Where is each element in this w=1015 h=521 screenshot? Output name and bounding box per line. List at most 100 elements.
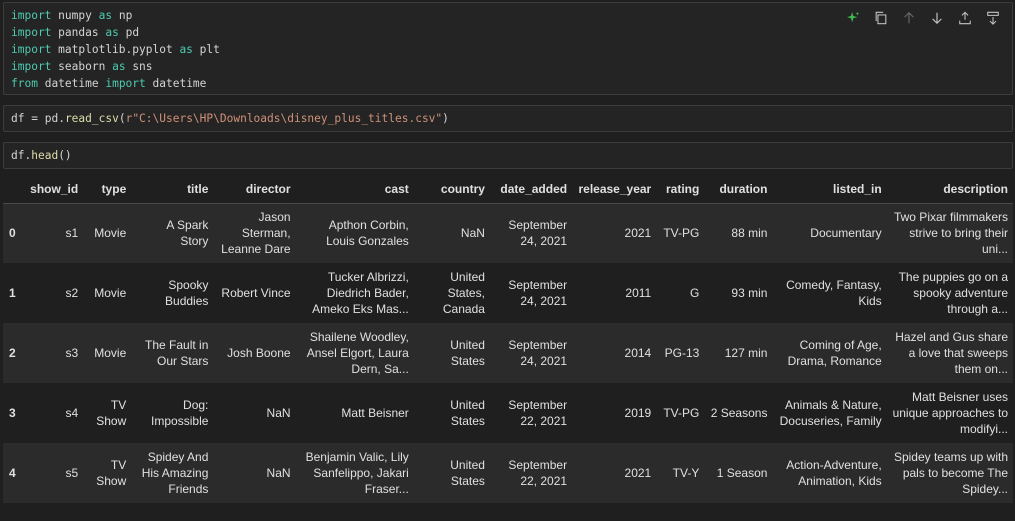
table-cell-type: TV Show xyxy=(83,383,132,443)
code-cell-head[interactable]: df.head() xyxy=(3,142,1013,169)
table-cell-country: United States, Canada xyxy=(413,263,490,323)
table-row: 0 s1 Movie A Spark Story Jason Sterman, Lean… xyxy=(3,203,1013,263)
row-index: 3 xyxy=(3,383,26,443)
table-cell-description: Spidey teams up with pals to become The … xyxy=(886,443,1013,503)
table-cell-show-id: s4 xyxy=(25,383,84,443)
table-cell-listed-in: Animals & Nature, Docuseries, Family xyxy=(772,383,887,443)
table-cell-director: NaN xyxy=(213,443,296,503)
table-row: 1 s2 Movie Spooky Buddies Robert Vince Tucker… xyxy=(3,263,1013,323)
table-cell-release-year: 2014 xyxy=(572,323,657,383)
dataframe-output: show_id type title director cast country date_… xyxy=(3,176,1013,503)
table-cell-director: NaN xyxy=(213,383,296,443)
table-cell-country: United States xyxy=(413,443,490,503)
table-cell-cast: Shailene Woodley, Ansel Elgort, Laura De… xyxy=(295,323,414,383)
table-cell-date-added: September 22, 2021 xyxy=(489,383,573,443)
column-header: listed_in xyxy=(772,176,887,204)
table-cell-cast: Apthon Corbin, Louis Gonzales xyxy=(295,203,414,263)
table-cell-show-id: s2 xyxy=(25,263,84,323)
insert-below-icon[interactable] xyxy=(982,7,1004,29)
header-row: show_id type title director cast country date_… xyxy=(3,176,1013,204)
column-header: date_added xyxy=(489,176,573,204)
column-header: cast xyxy=(295,176,414,204)
table-cell-show-id: s3 xyxy=(25,323,84,383)
table-cell-cast: Benjamin Valic, Lily Sanfelippo, Jakari … xyxy=(295,443,414,503)
table-cell-type: Movie xyxy=(83,323,132,383)
column-header: description xyxy=(886,176,1013,204)
dataframe-body: 0 s1 Movie A Spark Story Jason Sterman, Lean… xyxy=(3,203,1013,503)
table-cell-duration: 127 min xyxy=(704,323,773,383)
table-row: 4 s5 TV Show Spidey And His Amazing Friends… xyxy=(3,443,1013,503)
sparkle-icon[interactable] xyxy=(842,7,864,29)
table-cell-director: Robert Vince xyxy=(213,263,296,323)
table-cell-duration: 88 min xyxy=(704,203,773,263)
table-cell-country: United States xyxy=(413,383,490,443)
dataframe-header: show_id type title director cast country date_… xyxy=(3,176,1013,204)
arrow-down-icon[interactable] xyxy=(926,7,948,29)
table-cell-rating: TV-PG xyxy=(656,203,705,263)
column-header: release_year xyxy=(572,176,657,204)
table-row: 3 s4 TV Show Dog: Impossible NaN Matt Beisner… xyxy=(3,383,1013,443)
column-header xyxy=(3,176,26,204)
table-cell-description: Hazel and Gus share a love that sweeps t… xyxy=(886,323,1013,383)
row-index: 4 xyxy=(3,443,26,503)
table-cell-listed-in: Coming of Age, Drama, Romance xyxy=(772,323,887,383)
row-index: 0 xyxy=(3,203,26,263)
table-row: 2 s3 Movie The Fault in Our Stars Josh Boone… xyxy=(3,323,1013,383)
table-cell-title: Dog: Impossible xyxy=(131,383,214,443)
table-cell-listed-in: Comedy, Fantasy, Kids xyxy=(772,263,887,323)
table-cell-rating: G xyxy=(656,263,705,323)
table-cell-title: The Fault in Our Stars xyxy=(131,323,214,383)
table-cell-duration: 2 Seasons xyxy=(704,383,773,443)
column-header: country xyxy=(413,176,490,204)
table-cell-show-id: s5 xyxy=(25,443,84,503)
table-cell-title: Spidey And His Amazing Friends xyxy=(131,443,214,503)
table-cell-title: Spooky Buddies xyxy=(131,263,214,323)
table-cell-listed-in: Action-Adventure, Animation, Kids xyxy=(772,443,887,503)
table-cell-duration: 1 Season xyxy=(704,443,773,503)
code-cell-read-csv[interactable]: df = pd.read_csv(r"C:\Users\HP\Downloads… xyxy=(3,105,1013,132)
column-header: director xyxy=(213,176,296,204)
table-cell-release-year: 2011 xyxy=(572,263,657,323)
table-cell-type: TV Show xyxy=(83,443,132,503)
table-cell-release-year: 2019 xyxy=(572,383,657,443)
column-header: rating xyxy=(656,176,705,204)
table-cell-country: NaN xyxy=(413,203,490,263)
insert-above-icon[interactable] xyxy=(954,7,976,29)
column-header: duration xyxy=(704,176,773,204)
table-cell-rating: TV-PG xyxy=(656,383,705,443)
table-cell-director: Josh Boone xyxy=(213,323,296,383)
table-cell-description: Matt Beisner uses unique approaches to m… xyxy=(886,383,1013,443)
table-cell-release-year: 2021 xyxy=(572,203,657,263)
table-cell-duration: 93 min xyxy=(704,263,773,323)
row-index: 2 xyxy=(3,323,26,383)
code-line: df = pd.read_csv(r"C:\Users\HP\Downloads… xyxy=(11,112,449,125)
table-cell-director: Jason Sterman, Leanne Dare xyxy=(213,203,296,263)
table-cell-description: The puppies go on a spooky adventure thr… xyxy=(886,263,1013,323)
table-cell-release-year: 2021 xyxy=(572,443,657,503)
table-cell-date-added: September 24, 2021 xyxy=(489,323,573,383)
column-header: type xyxy=(83,176,132,204)
table-cell-cast: Matt Beisner xyxy=(295,383,414,443)
table-cell-date-added: September 24, 2021 xyxy=(489,203,573,263)
code-line: from datetime import datetime xyxy=(11,77,207,90)
table-cell-cast: Tucker Albrizzi, Diedrich Bader, Ameko E… xyxy=(295,263,414,323)
table-cell-rating: PG-13 xyxy=(656,323,705,383)
table-cell-rating: TV-Y xyxy=(656,443,705,503)
row-index: 1 xyxy=(3,263,26,323)
table-cell-show-id: s1 xyxy=(25,203,84,263)
table-cell-country: United States xyxy=(413,323,490,383)
code-line: import matplotlib.pyplot as plt xyxy=(11,43,220,56)
column-header: show_id xyxy=(25,176,84,204)
cell-toolbar xyxy=(842,7,1004,29)
table-cell-type: Movie xyxy=(83,263,132,323)
copy-icon[interactable] xyxy=(870,7,892,29)
table-cell-date-added: September 22, 2021 xyxy=(489,443,573,503)
code-line: import seaborn as sns xyxy=(11,60,153,73)
arrow-up-icon[interactable] xyxy=(898,7,920,29)
table-cell-date-added: September 24, 2021 xyxy=(489,263,573,323)
code-line: df.head() xyxy=(11,149,72,162)
table-cell-title: A Spark Story xyxy=(131,203,214,263)
code-cell-imports[interactable]: import numpy as np import pandas as pd i… xyxy=(3,2,1013,95)
column-header: title xyxy=(131,176,214,204)
table-cell-listed-in: Documentary xyxy=(772,203,887,263)
